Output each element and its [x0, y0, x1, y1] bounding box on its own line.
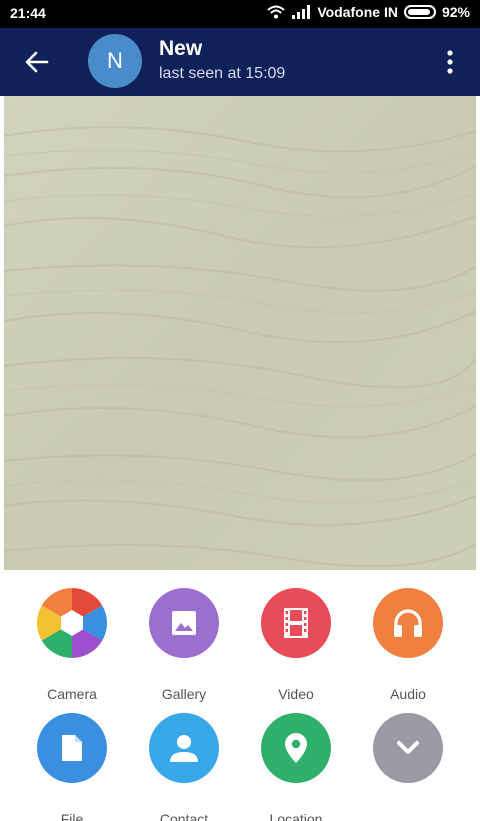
attach-label-file: File [60, 811, 84, 821]
back-button[interactable] [22, 47, 52, 77]
attach-label-contact: Contact [159, 811, 209, 821]
map-pin-icon [261, 713, 331, 783]
attach-label-camera: Camera [47, 686, 97, 702]
overflow-menu-button[interactable] [444, 48, 456, 76]
attach-gallery-button[interactable]: Gallery [134, 588, 234, 702]
attach-label-audio: Audio [390, 686, 426, 702]
battery-percent: 92% [441, 4, 470, 20]
attach-label-location: Location [269, 811, 323, 821]
headphones-icon [373, 588, 443, 658]
attach-label-gallery: Gallery [161, 686, 207, 702]
attach-menu: Camera Gallery Video Audio File Contact … [4, 570, 476, 821]
chat-background [4, 96, 476, 570]
status-indicators: Vodafone IN 92% [267, 4, 470, 20]
status-time: 21:44 [10, 5, 46, 21]
contact-last-seen: last seen at 15:09 [159, 65, 286, 82]
wood-texture [4, 96, 476, 570]
attach-audio-button[interactable]: Audio [358, 588, 458, 702]
attach-location-button[interactable]: Location [246, 713, 346, 821]
carrier-name: Vodafone IN [317, 4, 398, 20]
chat-header: N New last seen at 15:09 [0, 28, 480, 96]
film-icon [261, 588, 331, 658]
chat-screen: 21:44 Vodafone IN 92% N New last seen at… [0, 0, 480, 821]
camera-aperture-icon [37, 588, 107, 658]
person-icon [149, 713, 219, 783]
avatar[interactable]: N [88, 34, 142, 88]
more-vertical-icon [447, 50, 453, 74]
battery-icon [403, 5, 436, 19]
contact-name[interactable]: New [159, 37, 202, 61]
attach-file-button[interactable]: File [22, 713, 122, 821]
attach-camera-button[interactable]: Camera [22, 588, 122, 702]
wifi-icon [267, 5, 285, 19]
attach-video-button[interactable]: Video [246, 588, 346, 702]
attach-label-video: Video [278, 686, 314, 702]
attach-more-button[interactable] [358, 713, 458, 821]
chevron-down-icon [373, 713, 443, 783]
battery-fill [407, 9, 431, 15]
file-icon [37, 713, 107, 783]
arrow-left-icon [25, 51, 49, 73]
attach-contact-button[interactable]: Contact [134, 713, 234, 821]
status-bar: 21:44 Vodafone IN 92% [0, 0, 480, 28]
signal-icon [291, 5, 311, 19]
image-icon [149, 588, 219, 658]
